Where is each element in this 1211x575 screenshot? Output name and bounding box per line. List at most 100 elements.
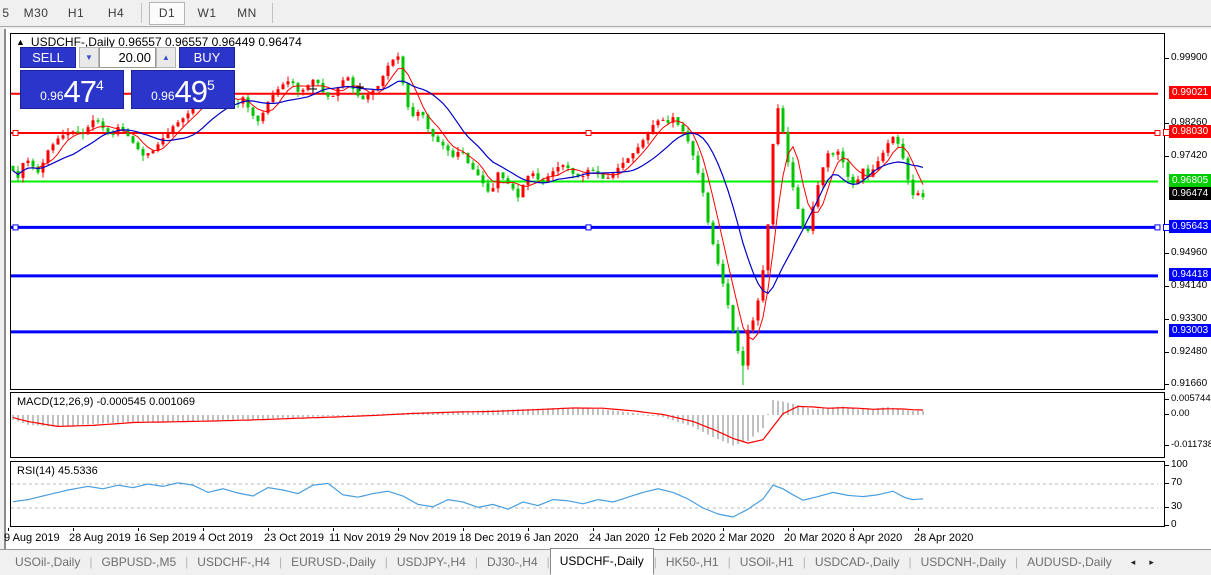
candle-body	[736, 331, 740, 351]
tab-scroll-left-icon[interactable]: ◂	[1131, 557, 1136, 568]
candle-body	[166, 132, 170, 139]
line-drag-handle[interactable]	[1154, 224, 1161, 231]
price-level-chip: 0.96474	[1169, 187, 1211, 201]
sell-button[interactable]: SELL	[20, 47, 76, 68]
chart-tab-usdchf-daily[interactable]: USDCHF-,Daily	[549, 547, 654, 575]
chart-tab-dj30-h4[interactable]: DJ30-,H4	[478, 552, 547, 572]
date-label: 28 Apr 2020	[914, 532, 974, 544]
timeframe-button-mn[interactable]: MN	[229, 2, 265, 25]
candle-body	[796, 187, 800, 209]
candle-body	[621, 162, 625, 168]
timeframe-button-5[interactable]: 5	[0, 2, 14, 25]
buy-button[interactable]: BUY	[179, 47, 235, 68]
buy-price-display[interactable]: 0.96 49 5	[131, 70, 235, 109]
candle-body	[136, 142, 140, 150]
line-drag-handle[interactable]	[1163, 129, 1170, 137]
chart-tab-audusd-daily[interactable]: AUDUSD-,Daily	[1018, 552, 1121, 572]
macd-histogram-bar	[127, 415, 129, 423]
macd-label: MACD(12,26,9) -0.000545 0.001069	[17, 396, 195, 408]
macd-histogram-bar	[602, 409, 604, 415]
candle-body	[666, 119, 670, 123]
price-level-chip: 0.99021	[1169, 86, 1211, 100]
candle-body	[601, 174, 605, 179]
line-drag-handle[interactable]	[585, 129, 592, 136]
macd-histogram-bar	[107, 415, 109, 424]
buy-price-prefix: 0.96	[151, 89, 175, 103]
candle-body	[901, 143, 905, 159]
date-label: 8 Apr 2020	[849, 532, 903, 544]
macd-histogram-bar	[327, 415, 329, 417]
macd-histogram-bar	[712, 415, 714, 438]
macd-histogram-bar	[177, 415, 179, 422]
chart-tab-usoil-daily[interactable]: USOil-,Daily	[6, 552, 89, 572]
line-drag-handle[interactable]	[1163, 223, 1170, 231]
candle-body	[846, 162, 850, 177]
rsi-axis: 100 70 30 0	[1165, 459, 1211, 530]
candle-body	[581, 175, 585, 177]
macd-histogram-bar	[147, 415, 149, 422]
macd-histogram-bar	[697, 415, 699, 430]
date-tick-mark	[853, 528, 854, 531]
rsi-indicator-panel[interactable]: RSI(14) 45.5336	[10, 461, 1165, 527]
candle-body	[681, 124, 685, 132]
chart-tab-hk50-h1[interactable]: HK50-,H1	[657, 552, 728, 572]
date-tick-mark	[528, 528, 529, 531]
volume-decrease-button[interactable]: ▼	[79, 47, 99, 68]
macd-indicator-panel[interactable]: MACD(12,26,9) -0.000545 0.001069	[10, 392, 1165, 458]
macd-histogram-bar	[57, 415, 59, 427]
timeframe-button-m30[interactable]: M30	[18, 2, 54, 25]
candle-body	[891, 136, 895, 144]
line-drag-handle[interactable]	[12, 224, 19, 231]
date-label: 4 Oct 2019	[199, 532, 253, 544]
macd-histogram-bar	[722, 415, 724, 442]
macd-histogram-bar	[142, 415, 144, 422]
chart-tab-usoil-h1[interactable]: USOil-,H1	[731, 552, 803, 572]
chart-tab-usdchf-h4[interactable]: USDCHF-,H4	[188, 552, 279, 572]
macd-histogram-bar	[757, 415, 759, 433]
macd-histogram-bar	[32, 415, 34, 426]
price-tick-mark	[1165, 383, 1169, 385]
macd-tick-mark	[1165, 444, 1169, 446]
candle-body	[381, 76, 385, 86]
macd-histogram-bar	[317, 415, 319, 417]
macd-histogram-bar	[617, 411, 619, 415]
candle-body	[776, 108, 780, 145]
timeframe-button-h1[interactable]: H1	[58, 2, 94, 25]
timeframe-button-d1[interactable]: D1	[149, 1, 185, 25]
chart-tab-eurusd-daily[interactable]: EURUSD-,Daily	[282, 552, 385, 572]
macd-histogram-bar	[627, 412, 629, 415]
chart-tab-usdcad-daily[interactable]: USDCAD-,Daily	[806, 552, 909, 572]
macd-histogram-bar	[27, 415, 29, 425]
date-tick-mark	[268, 528, 269, 531]
line-drag-handle[interactable]	[12, 129, 19, 136]
candle-body	[356, 88, 360, 96]
chart-tab-usdjpy-h4[interactable]: USDJPY-,H4	[388, 552, 475, 572]
line-drag-handle[interactable]	[585, 224, 592, 231]
macd-histogram-bar	[97, 415, 99, 424]
macd-histogram-bar	[587, 408, 589, 415]
macd-histogram-bar	[607, 409, 609, 415]
volume-increase-button[interactable]: ▲	[156, 47, 176, 68]
chart-tab-gbpusd-m5[interactable]: GBPUSD-,M5	[92, 552, 185, 572]
price-tick-label: 0.99900	[1171, 52, 1208, 63]
candle-body	[646, 132, 650, 141]
collapse-panel-icon[interactable]: ▲	[16, 37, 25, 47]
chevron-down-icon: ▼	[85, 53, 93, 62]
timeframe-button-w1[interactable]: W1	[189, 2, 225, 25]
line-drag-handle[interactable]	[1154, 129, 1161, 136]
timeframe-button-h4[interactable]: H4	[98, 2, 134, 25]
candle-body	[481, 175, 485, 184]
date-label: 11 Nov 2019	[329, 532, 391, 544]
macd-histogram-bar	[917, 410, 919, 415]
tab-scroll-right-icon[interactable]: ▸	[1149, 557, 1154, 568]
macd-histogram-bar	[702, 415, 704, 432]
macd-histogram-bar	[202, 415, 204, 421]
volume-input[interactable]: 20.00	[99, 47, 156, 68]
candle-body	[141, 149, 145, 156]
chart-tab-usdcnh-daily[interactable]: USDCNH-,Daily	[912, 552, 1015, 572]
macd-histogram-bar	[187, 415, 189, 422]
date-tick-mark	[203, 528, 204, 531]
macd-histogram-bar	[647, 415, 649, 416]
sell-price-display[interactable]: 0.96 47 4	[20, 70, 124, 109]
macd-histogram-bar	[122, 415, 124, 423]
